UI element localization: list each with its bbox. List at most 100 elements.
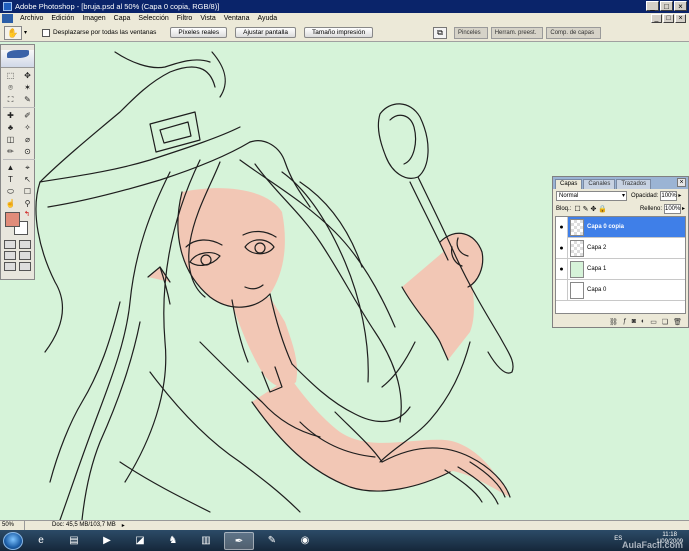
link-layers-icon[interactable]: ⛓ [609, 318, 618, 326]
crop-tool-icon[interactable]: ⛶ [3, 94, 18, 105]
app-icon[interactable]: ◪ [125, 532, 155, 550]
game-icon[interactable]: ♞ [158, 532, 188, 550]
menu-vista[interactable]: Vista [196, 15, 219, 22]
minimize-button[interactable]: _ [646, 1, 659, 11]
layer-row-capa-0-copia[interactable]: ● Capa 0 copia [556, 217, 685, 238]
start-button[interactable] [3, 531, 23, 550]
marquee-tool-icon[interactable]: ⬚ [3, 70, 18, 81]
direct-select-tool-icon[interactable]: ↖ [20, 174, 35, 185]
toolbox-header[interactable] [1, 50, 34, 68]
full-screen-menu-icon[interactable] [19, 251, 31, 260]
type-tool-icon[interactable]: T [3, 174, 18, 185]
blend-mode-select[interactable]: Normal ▾ [556, 190, 627, 201]
eye-icon[interactable]: ● [556, 237, 568, 259]
layer-row-capa-2[interactable]: ● Capa 2 [556, 237, 685, 259]
fill-field[interactable]: 100% [663, 203, 681, 214]
menu-imagen[interactable]: Imagen [78, 15, 109, 22]
photoshop-taskbar-icon[interactable]: ✒ [224, 531, 254, 550]
paint-bucket-tool-icon[interactable]: ⌀ [20, 134, 35, 145]
layer-row-capa-0[interactable]: Capa 0 [556, 279, 685, 301]
palette-well-icon[interactable]: ⧉ [433, 27, 447, 39]
tool-grid: ⬚ ✥ ⌾ ✶ ⛶ ✎ ✚ ✐ ♣ ✧ ◫ ⌀ ✏ ⊙ ▲ ⌖ T ↖ ⬭ ☐ … [1, 68, 35, 209]
swap-colors-icon[interactable]: ↰ [24, 210, 30, 218]
media-player-icon[interactable]: ▶ [92, 532, 122, 550]
chrome-icon[interactable]: ◉ [290, 532, 320, 550]
maximize-button[interactable]: □ [660, 1, 673, 11]
move-tool-icon[interactable]: ✥ [20, 70, 35, 81]
scanner-icon[interactable]: ▥ [191, 532, 221, 550]
menu-ventana[interactable]: Ventana [220, 15, 254, 22]
clock-time: 11:18 [662, 532, 677, 538]
ps-logo-icon[interactable] [2, 14, 13, 23]
lock-icons[interactable]: ☐✎✥🔒 [574, 205, 609, 213]
brush-tool-icon[interactable]: ✐ [20, 110, 35, 121]
lasso-tool-icon[interactable]: ⌾ [3, 82, 18, 93]
status-menu-arrow-icon[interactable]: ▸ [122, 522, 125, 529]
panel-close-icon[interactable]: × [677, 178, 686, 187]
tab-trazados[interactable]: Trazados [616, 179, 652, 189]
doc-minimize-button[interactable]: _ [651, 14, 662, 23]
eye-icon[interactable]: ● [556, 258, 568, 280]
tab-canales[interactable]: Canales [583, 179, 616, 189]
eye-icon[interactable]: ● [556, 217, 568, 238]
zoom-field[interactable]: 50% [0, 521, 25, 530]
new-layer-icon[interactable]: ❏ [662, 318, 668, 326]
slice-tool-icon[interactable]: ✎ [20, 94, 35, 105]
foreground-color-swatch[interactable] [5, 212, 20, 227]
pen-tool-icon[interactable]: ⌖ [20, 162, 35, 173]
toolbox-separator [3, 158, 35, 160]
layer-style-icon[interactable]: ƒ [623, 318, 627, 325]
folder-icon[interactable]: ▤ [59, 532, 89, 550]
zoom-tool-icon[interactable]: ⚲ [20, 198, 35, 209]
well-tab-composiciones[interactable]: Comp. de capas [546, 27, 602, 39]
scroll-all-windows-checkbox[interactable] [42, 28, 50, 37]
paint-icon[interactable]: ✎ [257, 532, 287, 550]
eraser-tool-icon[interactable]: ◫ [3, 134, 18, 145]
actual-pixels-button[interactable]: Píxeles reales [170, 27, 228, 38]
menu-edicion[interactable]: Edición [47, 15, 78, 22]
full-screen-icon[interactable] [4, 262, 16, 271]
history-brush-tool-icon[interactable]: ✧ [20, 122, 35, 133]
standard-screen-icon[interactable] [4, 251, 16, 260]
quick-mask-mode-icon[interactable] [19, 240, 31, 249]
menu-filtro[interactable]: Filtro [173, 15, 197, 22]
doc-close-button[interactable]: × [675, 14, 686, 23]
magic-wand-tool-icon[interactable]: ✶ [20, 82, 35, 93]
blur-tool-icon[interactable]: ✏ [3, 146, 18, 157]
menu-ayuda[interactable]: Ayuda [253, 15, 281, 22]
hand-tool-icon[interactable]: ☝ [3, 198, 18, 209]
healing-brush-tool-icon[interactable]: ✚ [3, 110, 18, 121]
imageready-jump-icon[interactable] [19, 262, 31, 271]
print-size-button[interactable]: Tamaño impresión [303, 27, 374, 38]
well-tab-herramientas[interactable]: Herram. preest. [490, 27, 544, 39]
close-button[interactable]: × [674, 1, 687, 11]
blend-row: Normal ▾ Opacidad: 100% ▸ [553, 189, 688, 202]
layer-mask-icon[interactable]: ◙ [632, 318, 636, 325]
hand-tool-icon[interactable]: ✋ [4, 25, 22, 40]
fit-screen-button[interactable]: Ajustar pantalla [235, 27, 296, 38]
well-tab-pinceles[interactable]: Pinceles [454, 27, 488, 39]
trash-icon[interactable]: 🗑 [673, 318, 682, 326]
notes-tool-icon[interactable]: ☐ [20, 186, 35, 197]
path-selection-tool-icon[interactable]: ▲ [3, 162, 18, 173]
eye-hidden-icon[interactable] [556, 279, 568, 301]
doc-restore-button[interactable]: □ [663, 14, 674, 23]
tool-preset-arrow-icon[interactable]: ▾ [24, 29, 32, 36]
new-group-icon[interactable]: ▭ [650, 318, 657, 326]
opacity-slider-arrow-icon[interactable]: ▸ [678, 192, 681, 199]
color-swatches: ↰ [1, 209, 34, 239]
layer-row-capa-1[interactable]: ● Capa 1 [556, 258, 685, 280]
menu-seleccion[interactable]: Selección [134, 15, 172, 22]
internet-explorer-icon[interactable]: e [26, 532, 56, 550]
adjustment-layer-icon[interactable]: ◐ [641, 318, 645, 325]
clone-stamp-tool-icon[interactable]: ♣ [3, 122, 18, 133]
dodge-tool-icon[interactable]: ⊙ [20, 146, 35, 157]
status-bar: 50% Doc: 45,5 MB/103,7 MB ▸ [0, 520, 689, 530]
menu-capa[interactable]: Capa [110, 15, 135, 22]
opacity-field[interactable]: 100% [660, 190, 678, 201]
standard-mode-icon[interactable] [4, 240, 16, 249]
fill-slider-arrow-icon[interactable]: ▸ [682, 205, 685, 212]
ellipse-tool-icon[interactable]: ⬭ [3, 186, 18, 197]
menu-archivo[interactable]: Archivo [16, 15, 47, 22]
tab-capas[interactable]: Capas [555, 179, 583, 189]
